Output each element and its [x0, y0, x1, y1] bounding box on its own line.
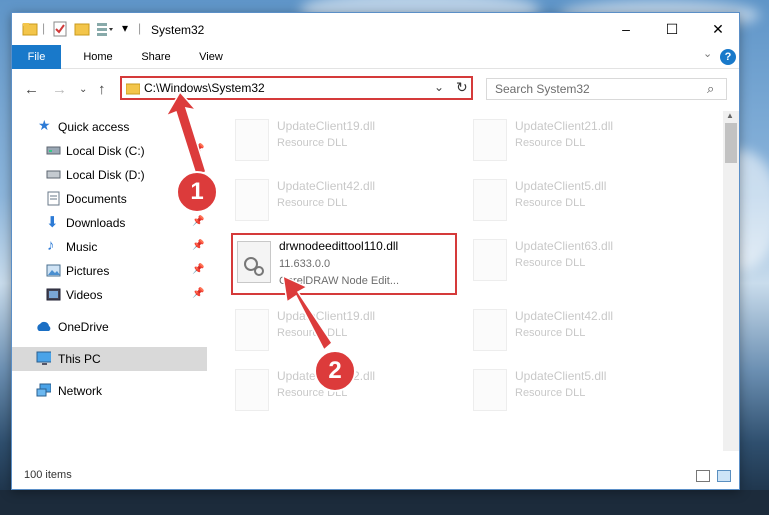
annotation-layer	[164, 90, 333, 352]
arrow-to-address-bar	[164, 90, 207, 176]
step-2-badge: 2	[314, 350, 356, 392]
arrow-to-dll-file	[282, 274, 333, 352]
step-1-badge: 1	[176, 171, 218, 213]
